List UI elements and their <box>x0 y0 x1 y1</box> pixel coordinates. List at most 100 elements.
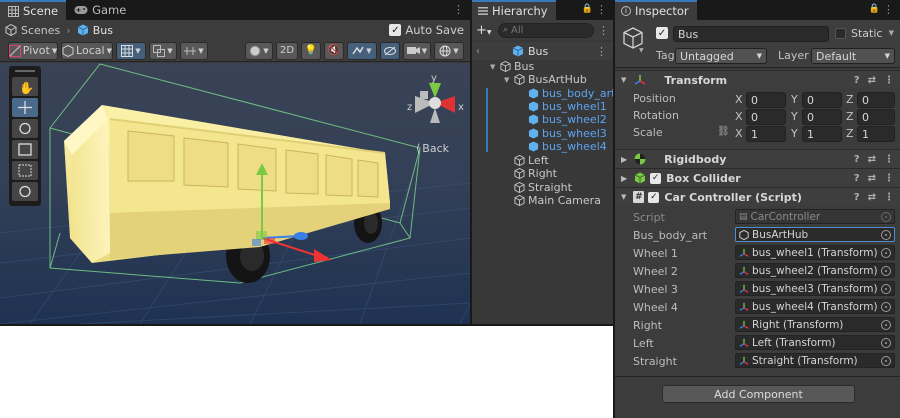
tab-hierarchy[interactable]: Hierarchy <box>472 0 556 20</box>
help-icon[interactable]: ? <box>854 173 860 184</box>
object-picker-icon[interactable] <box>881 320 891 330</box>
effects-button[interactable]: ▼ <box>347 41 377 60</box>
tree-item-busarthub[interactable]: ▼ BusArtHub <box>472 73 613 86</box>
help-icon[interactable]: ? <box>854 192 860 203</box>
field-left[interactable]: Left (Transform) <box>735 335 895 350</box>
local-toggle[interactable]: Local ▼ <box>61 41 113 60</box>
panel-divider[interactable] <box>613 0 615 418</box>
position-x-field[interactable]: 0 <box>746 92 786 108</box>
hand-tool-icon[interactable]: ✋ <box>19 81 34 95</box>
field-wheel-1[interactable]: bus_wheel1 (Transform) <box>735 245 895 260</box>
scale-y-field[interactable]: 1 <box>802 126 842 142</box>
object-picker-icon[interactable] <box>881 338 891 348</box>
presets-icon[interactable]: ⇄ <box>868 75 876 86</box>
active-checkbox[interactable]: ✓ <box>656 27 668 39</box>
auto-save-toggle[interactable]: ✓ Auto Save <box>389 23 464 37</box>
object-picker-icon[interactable] <box>881 266 891 276</box>
hierarchy-lock-icon[interactable]: 🔒 <box>582 4 593 14</box>
scale-z-value: 1 <box>862 127 869 141</box>
object-picker-icon[interactable] <box>881 284 891 294</box>
create-button[interactable]: +▼ <box>476 23 494 38</box>
scene-viewport[interactable]: ✋ y x z ⟨ Back <box>0 63 470 324</box>
auto-save-checkbox[interactable]: ✓ <box>389 24 402 36</box>
component-menu-icon[interactable]: ⋮ <box>884 173 894 184</box>
help-icon[interactable]: ? <box>854 75 860 86</box>
shading-mode-button[interactable]: ▼ <box>245 41 273 60</box>
position-z-field[interactable]: 0 <box>857 92 895 108</box>
snap-increment-button[interactable]: ▼ <box>149 41 177 60</box>
tree-item-bus-wheel3[interactable]: bus_wheel3 <box>472 127 613 140</box>
transform-header[interactable]: ▼ Transform ? ⇄ ⋮ <box>615 70 900 89</box>
tab-scene[interactable]: Scene <box>0 0 67 20</box>
camera-button[interactable]: ▼ <box>403 41 431 60</box>
gizmos-button[interactable]: ▼ <box>434 41 464 60</box>
grid-snap-button[interactable]: ▼ <box>116 41 146 60</box>
field-straight[interactable]: Straight (Transform) <box>735 353 895 368</box>
component-menu-icon[interactable]: ⋮ <box>884 154 894 165</box>
object-picker-icon[interactable] <box>881 248 891 258</box>
field-right[interactable]: Right (Transform) <box>735 317 895 332</box>
hierarchy-options-icon[interactable]: ⋮ <box>598 24 609 37</box>
object-picker-icon[interactable] <box>881 356 891 366</box>
inspector-tab-menu-icon[interactable]: ⋮ <box>883 3 894 16</box>
static-checkbox[interactable] <box>835 28 846 39</box>
tree-item-menu-icon[interactable]: ⋮ <box>596 45 607 58</box>
car-controller-checkbox[interactable]: ✓ <box>648 191 660 203</box>
component-menu-icon[interactable]: ⋮ <box>884 75 894 86</box>
align-button[interactable]: ▼ <box>180 41 208 60</box>
audio-button[interactable]: 🔇 <box>324 41 344 60</box>
pivot-toggle[interactable]: Pivot ▼ <box>8 41 58 60</box>
hierarchy-search[interactable]: ⌕ All <box>498 22 594 38</box>
inspector-lock-icon[interactable]: 🔒 <box>869 4 880 14</box>
breadcrumb-scenes[interactable]: Scenes <box>21 24 60 37</box>
tag-dropdown[interactable]: Untagged ▼ <box>675 48 767 64</box>
tab-inspector[interactable]: i Inspector <box>615 0 697 20</box>
object-picker-icon[interactable] <box>881 230 891 240</box>
car-controller-header[interactable]: ▼ # ✓ Car Controller (Script) ? ⇄ ⋮ <box>615 187 900 206</box>
tree-item-main-camera[interactable]: Main Camera <box>472 194 613 207</box>
tree-item-scene-bus[interactable]: ‹ Bus ⋮ <box>472 42 613 60</box>
help-icon[interactable]: ? <box>854 154 860 165</box>
static-chevron-icon[interactable]: ▼ <box>889 29 894 37</box>
scene-tab-menu-icon[interactable]: ⋮ <box>453 3 464 16</box>
tree-item-bus-wheel1[interactable]: bus_wheel1 <box>472 100 613 113</box>
field-wheel-3[interactable]: bus_wheel3 (Transform) <box>735 281 895 296</box>
script-value: CarController <box>750 210 821 223</box>
panel-divider[interactable] <box>470 0 472 324</box>
box-collider-header[interactable]: ▶ ✓ Box Collider ? ⇄ ⋮ <box>615 168 900 187</box>
field-wheel-4[interactable]: bus_wheel4 (Transform) <box>735 299 895 314</box>
tree-item-bus-wheel4[interactable]: bus_wheel4 <box>472 140 613 153</box>
toggle-2d-button[interactable]: 2D <box>276 41 298 60</box>
rotation-y-field[interactable]: 0 <box>802 109 842 125</box>
tree-item-bus-wheel2[interactable]: bus_wheel2 <box>472 113 613 126</box>
presets-icon[interactable]: ⇄ <box>868 173 876 184</box>
presets-icon[interactable]: ⇄ <box>868 192 876 203</box>
object-name-field[interactable]: Bus <box>673 26 829 42</box>
position-y-field[interactable]: 0 <box>802 92 842 108</box>
layer-dropdown[interactable]: Default ▼ <box>811 48 895 64</box>
tree-item-straight[interactable]: Straight <box>472 181 613 194</box>
hierarchy-tab-menu-icon[interactable]: ⋮ <box>596 3 607 16</box>
tree-item-left[interactable]: Left <box>472 154 613 167</box>
field-wheel-2[interactable]: bus_wheel2 (Transform) <box>735 263 895 278</box>
presets-icon[interactable]: ⇄ <box>868 154 876 165</box>
field-bus-body-art[interactable]: BusArtHub <box>735 227 895 242</box>
scale-z-field[interactable]: 1 <box>857 126 895 142</box>
tree-item-bus[interactable]: ▼ Bus <box>472 60 613 73</box>
rotation-x-field[interactable]: 0 <box>746 109 786 125</box>
add-component-button[interactable]: Add Component <box>662 385 855 403</box>
rigidbody-header[interactable]: ▶ Rigidbody ? ⇄ ⋮ <box>615 149 900 168</box>
icon-picker-chevron-icon[interactable]: ▼ <box>639 47 644 54</box>
tree-item-right[interactable]: Right <box>472 167 613 180</box>
breadcrumb-current[interactable]: Bus <box>93 24 113 37</box>
tab-game[interactable]: Game <box>66 0 134 20</box>
tree-item-bus-body-art[interactable]: bus_body_art <box>472 87 615 100</box>
object-picker-icon[interactable] <box>881 302 891 312</box>
box-collider-checkbox[interactable]: ✓ <box>650 172 662 184</box>
rotation-z-field[interactable]: 0 <box>857 109 895 125</box>
lighting-button[interactable]: 💡 <box>301 41 321 60</box>
hidden-objects-button[interactable] <box>380 41 400 60</box>
constrain-proportions-icon[interactable]: ⛓ <box>717 126 730 137</box>
component-menu-icon[interactable]: ⋮ <box>884 192 894 203</box>
scale-x-field[interactable]: 1 <box>746 126 786 142</box>
